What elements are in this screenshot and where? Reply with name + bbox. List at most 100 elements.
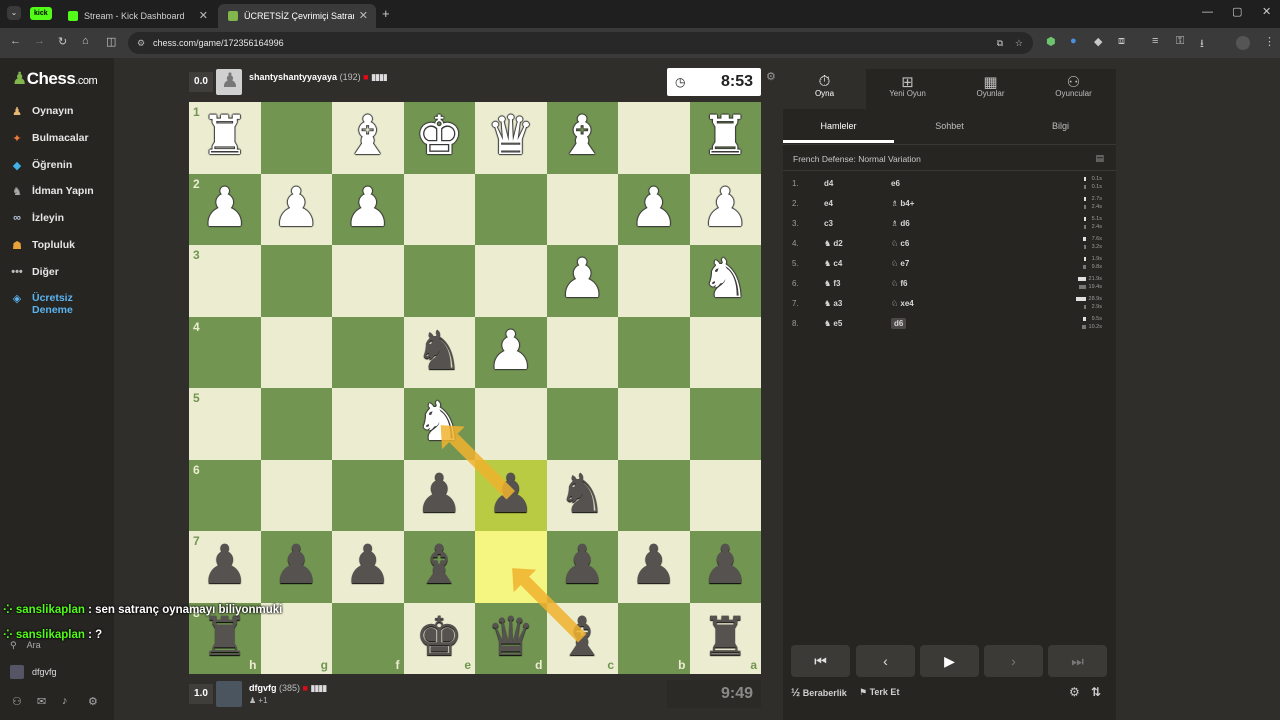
subtab-moves[interactable]: Hamleler bbox=[783, 113, 894, 143]
white-move[interactable]: ♞ d2 bbox=[824, 239, 843, 248]
board-square[interactable] bbox=[618, 316, 690, 388]
black-piece[interactable]: ♟ bbox=[261, 529, 333, 601]
black-move[interactable]: ♗ d6 bbox=[891, 219, 910, 228]
tab-players[interactable]: ⚇ Oyuncular bbox=[1032, 69, 1115, 109]
board-square[interactable] bbox=[332, 245, 404, 317]
board-square[interactable]: 6 bbox=[189, 459, 261, 531]
black-move[interactable]: d6 bbox=[891, 318, 907, 329]
board-square[interactable] bbox=[618, 102, 690, 174]
key-icon[interactable]: ⚿ bbox=[1176, 35, 1184, 48]
board-square[interactable] bbox=[332, 459, 404, 531]
black-piece[interactable]: ♛ bbox=[475, 601, 547, 673]
black-move[interactable]: ♘ xe4 bbox=[891, 299, 914, 308]
first-move-button[interactable]: ⏮ bbox=[791, 645, 850, 677]
board-square[interactable] bbox=[332, 316, 404, 388]
reload-icon[interactable]: ↻ bbox=[58, 35, 67, 48]
black-piece[interactable]: ♟ bbox=[690, 529, 762, 601]
tab-games[interactable]: ▦ Oyunlar bbox=[949, 69, 1032, 109]
sidebar-search[interactable]: ⚲ Ara bbox=[10, 640, 41, 651]
black-piece[interactable]: ♚ bbox=[404, 601, 476, 673]
play-button[interactable]: ▶ bbox=[920, 645, 979, 677]
board-square[interactable]: b bbox=[618, 602, 690, 674]
white-piece[interactable]: ♛ bbox=[475, 100, 547, 172]
board-square[interactable] bbox=[546, 316, 618, 388]
board-square[interactable] bbox=[618, 245, 690, 317]
maximize-icon[interactable]: ▢ bbox=[1232, 5, 1242, 18]
black-piece[interactable]: ♞ bbox=[404, 315, 476, 387]
avatar[interactable] bbox=[216, 681, 242, 707]
sidebar-item-train[interactable]: ♞ İdman Yapın bbox=[10, 185, 110, 198]
black-piece[interactable]: ♝ bbox=[547, 601, 619, 673]
subtab-chat[interactable]: Sohbet bbox=[894, 113, 1005, 143]
black-move[interactable]: e6 bbox=[891, 179, 900, 188]
tab-new-game[interactable]: ⊞ Yeni Oyun bbox=[866, 69, 949, 109]
extensions-puzzle-icon[interactable]: ⧈ bbox=[1118, 35, 1125, 48]
white-piece[interactable]: ♟ bbox=[475, 315, 547, 387]
board-square[interactable] bbox=[475, 531, 547, 603]
black-move[interactable]: ♘ f6 bbox=[891, 279, 908, 288]
opening-book-icon[interactable]: ▤ bbox=[1095, 153, 1104, 164]
black-piece[interactable]: ♟ bbox=[475, 458, 547, 530]
player-name[interactable]: shantyshantyyayaya (192) ■ ▮▮▮▮ bbox=[249, 72, 388, 83]
tab-play[interactable]: ⏱ Oyna bbox=[783, 69, 866, 109]
draw-button[interactable]: ½ Beraberlik bbox=[791, 687, 847, 699]
black-piece[interactable]: ♟ bbox=[189, 529, 261, 601]
board-square[interactable] bbox=[546, 388, 618, 460]
white-piece[interactable]: ♝ bbox=[332, 100, 404, 172]
white-piece[interactable]: ♟ bbox=[547, 243, 619, 315]
board-square[interactable] bbox=[689, 316, 761, 388]
board-square[interactable] bbox=[403, 245, 475, 317]
close-tab-icon[interactable]: ✕ bbox=[359, 9, 368, 22]
chess-board[interactable]: 1 2 3 4 5 6 7 8 h g f e d c b a ♜ ♝ ♚ ♛ ♝ ♜ ♟ ♟ ♟ ♟ ♟ ♟ ♞ ♞ ♟ ♞ ♟ ♟ ♞ ♟ ♟ ♟ ♝ ♟… bbox=[189, 102, 761, 674]
avatar[interactable]: ♟ bbox=[216, 69, 242, 95]
media-icon[interactable]: ≡ bbox=[1152, 35, 1158, 47]
board-square[interactable] bbox=[475, 173, 547, 245]
white-piece[interactable]: ♜ bbox=[690, 100, 762, 172]
sidebar-item-community[interactable]: ☗ Topluluk bbox=[10, 239, 110, 252]
black-piece[interactable]: ♟ bbox=[332, 529, 404, 601]
home-icon[interactable]: ⌂ bbox=[82, 35, 89, 47]
board-square[interactable] bbox=[546, 173, 618, 245]
sidebar-item-free-trial[interactable]: ◈ Ücretsiz Deneme bbox=[10, 292, 110, 316]
url-bar[interactable]: ⚙ chess.com/game/172356164996 ⧉ ☆ bbox=[128, 32, 1033, 54]
white-move[interactable]: ♞ a3 bbox=[824, 299, 842, 308]
black-piece[interactable]: ♟ bbox=[404, 458, 476, 530]
back-icon[interactable]: ← bbox=[10, 35, 21, 47]
white-move[interactable]: c3 bbox=[824, 219, 833, 228]
white-move[interactable]: e4 bbox=[824, 199, 833, 208]
tab-kick-dashboard[interactable]: Stream - Kick Dashboard ✕ bbox=[58, 4, 216, 28]
board-square[interactable] bbox=[403, 173, 475, 245]
black-piece[interactable]: ♞ bbox=[547, 458, 619, 530]
mail-icon[interactable]: ✉ bbox=[37, 695, 46, 708]
player-name[interactable]: dfgvfg (385) ■ ▮▮▮▮ bbox=[249, 683, 327, 694]
black-piece[interactable]: ♟ bbox=[618, 529, 690, 601]
chess-logo[interactable]: ♟Chess.com bbox=[12, 69, 98, 89]
opening-name[interactable]: French Defense: Normal Variation bbox=[793, 154, 921, 164]
white-piece[interactable]: ♚ bbox=[404, 100, 476, 172]
black-move[interactable]: ♘ c6 bbox=[891, 239, 909, 248]
white-piece[interactable]: ♞ bbox=[690, 243, 762, 315]
board-square[interactable] bbox=[260, 459, 332, 531]
white-move[interactable]: ♞ e5 bbox=[824, 319, 842, 328]
board-square[interactable] bbox=[689, 459, 761, 531]
bell-icon[interactable]: ♪ bbox=[62, 695, 68, 707]
flip-board-icon[interactable]: ⇅ bbox=[1091, 685, 1101, 699]
white-piece[interactable]: ♟ bbox=[618, 172, 690, 244]
side-panel-icon[interactable]: ◫ bbox=[106, 35, 116, 48]
kick-pinned-tab[interactable]: kick bbox=[30, 7, 52, 20]
settings-gear-icon[interactable]: ⚙ bbox=[88, 695, 98, 708]
black-piece[interactable]: ♟ bbox=[547, 529, 619, 601]
white-piece[interactable]: ♟ bbox=[332, 172, 404, 244]
sidebar-item-puzzles[interactable]: ✦ Bulmacalar bbox=[10, 132, 110, 145]
white-piece[interactable]: ♟ bbox=[189, 172, 261, 244]
sidebar-user[interactable]: dfgvfg bbox=[10, 665, 57, 679]
board-square[interactable] bbox=[260, 316, 332, 388]
close-tab-icon[interactable]: ✕ bbox=[199, 9, 208, 22]
friends-icon[interactable]: ⚇ bbox=[12, 695, 22, 708]
board-square[interactable] bbox=[260, 102, 332, 174]
next-move-button[interactable]: › bbox=[984, 645, 1043, 677]
white-piece[interactable]: ♜ bbox=[189, 100, 261, 172]
white-move[interactable]: ♞ f3 bbox=[824, 279, 841, 288]
black-move[interactable]: ♗ b4+ bbox=[891, 199, 914, 208]
board-square[interactable] bbox=[618, 459, 690, 531]
